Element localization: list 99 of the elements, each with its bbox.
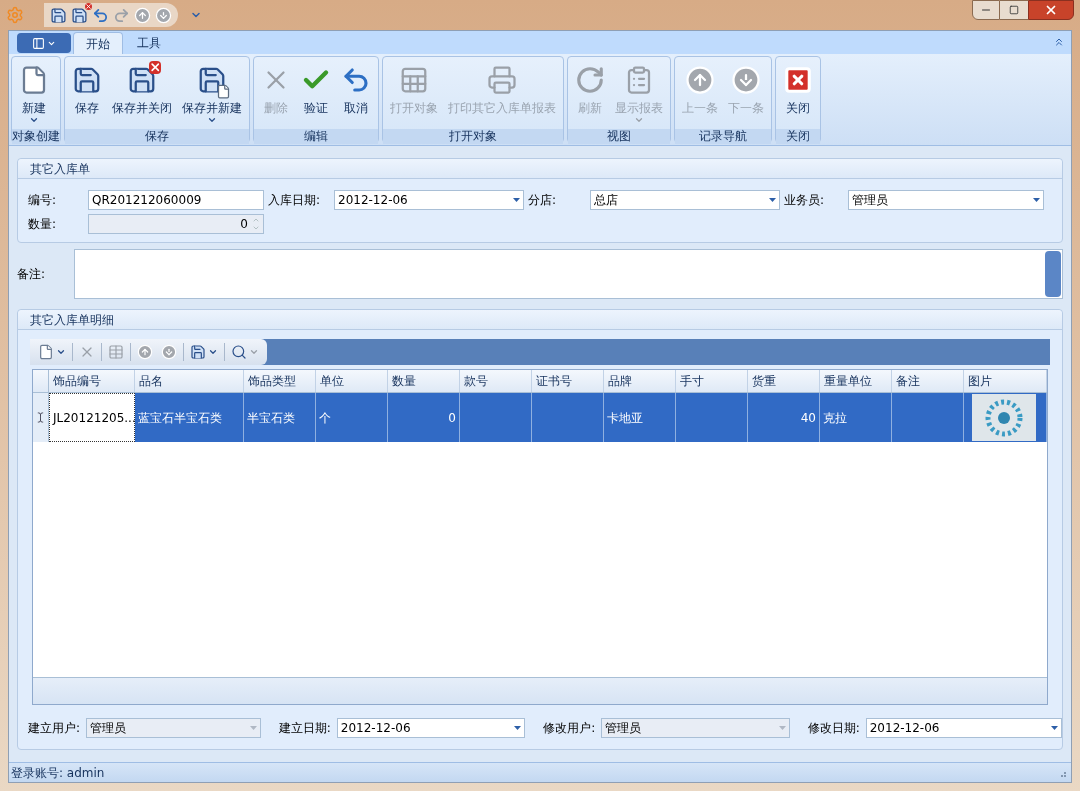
ribbon-group-title: 编辑 bbox=[254, 129, 378, 144]
table-cell: 克拉 bbox=[820, 393, 892, 442]
caret-icon bbox=[29, 115, 39, 125]
down-arrow-circle-icon bbox=[161, 344, 177, 360]
table-cell: 0 bbox=[388, 393, 460, 442]
grid-icon bbox=[108, 344, 124, 360]
field-label: 建立日期: bbox=[278, 720, 331, 737]
field-label: 修改用户: bbox=[543, 720, 596, 737]
field-label: 分店: bbox=[528, 192, 558, 209]
photo-placeholder bbox=[972, 394, 1036, 441]
dropdown-arrow-icon bbox=[249, 726, 257, 730]
quick-access-button[interactable] bbox=[50, 6, 67, 24]
group-title: 其它入库单 bbox=[30, 160, 90, 178]
table-cell: 个 bbox=[316, 393, 388, 442]
ribbon-group-title: 保存 bbox=[65, 129, 249, 144]
column-header[interactable]: 品牌 bbox=[604, 370, 676, 392]
remarks-field[interactable] bbox=[74, 249, 1063, 299]
column-header[interactable]: 数量 bbox=[388, 370, 460, 392]
up-arrow-circle-icon bbox=[685, 65, 715, 95]
dropdown-arrow-icon bbox=[769, 198, 776, 202]
up-arrow-circle-icon bbox=[134, 6, 151, 24]
table-cell: 卡地亚 bbox=[604, 393, 676, 442]
dropdown-arrow-icon bbox=[1033, 198, 1040, 202]
ribbon-group-title: 关闭 bbox=[776, 129, 820, 144]
table-cell: 蓝宝石半宝石类 bbox=[135, 393, 244, 442]
ribbon-button[interactable]: 取消 bbox=[336, 57, 376, 129]
column-header[interactable]: 饰品编号 bbox=[49, 370, 135, 392]
search-icon bbox=[231, 344, 247, 360]
ribbon-group-title: 打开对象 bbox=[383, 129, 563, 144]
dropdown-arrow-icon bbox=[513, 198, 520, 202]
column-header[interactable]: 饰品类型 bbox=[244, 370, 316, 392]
caret-icon bbox=[56, 347, 66, 357]
ribbon-tab[interactable]: 工具 bbox=[125, 32, 173, 54]
column-header[interactable]: 品名 bbox=[135, 370, 244, 392]
ribbon-button[interactable]: 保存并关闭 bbox=[107, 57, 177, 129]
ribbon-button[interactable]: 保存并新建 bbox=[177, 57, 247, 129]
dropdown-arrow-icon bbox=[514, 726, 522, 730]
down-arrow-circle-icon bbox=[731, 65, 761, 95]
ribbon-group-title: 记录导航 bbox=[675, 129, 771, 144]
column-header[interactable]: 备注 bbox=[892, 370, 964, 392]
redo-arrow-icon bbox=[113, 6, 130, 24]
column-header[interactable]: 图片 bbox=[964, 370, 1047, 392]
caret-icon bbox=[208, 347, 218, 357]
status-text: 登录账号: admin bbox=[11, 764, 105, 782]
collapse-ribbon-icon[interactable] bbox=[1053, 36, 1065, 48]
table-row[interactable]: JL20121205... 蓝宝石半宝石类 半宝石类 个 0 卡地亚 40 克拉 bbox=[33, 393, 1047, 442]
down-arrow-circle-icon bbox=[155, 6, 172, 24]
table-cell: 40 bbox=[748, 393, 820, 442]
ribbon-tab[interactable]: 开始 bbox=[73, 32, 123, 54]
undo-arrow-icon bbox=[92, 6, 109, 24]
ribbon-button[interactable]: 保存 bbox=[67, 57, 107, 129]
up-arrow-circle-icon bbox=[137, 344, 153, 360]
printer-icon bbox=[487, 65, 517, 95]
text-field[interactable]: QR201212060009 bbox=[88, 190, 264, 210]
column-header[interactable]: 重量单位 bbox=[820, 370, 892, 392]
dropdown-field[interactable]: 总店 bbox=[590, 190, 780, 210]
table-icon bbox=[399, 65, 429, 95]
caret-icon bbox=[249, 347, 259, 357]
maximize-button[interactable] bbox=[1000, 0, 1028, 20]
column-header[interactable]: 货重 bbox=[748, 370, 820, 392]
field-label: 数量: bbox=[28, 216, 58, 233]
app-menu-button[interactable] bbox=[17, 33, 71, 53]
minimize-button[interactable] bbox=[972, 0, 1000, 20]
table-cell: JL20121205... bbox=[49, 393, 135, 442]
ribbon-button[interactable]: 验证 bbox=[296, 57, 336, 129]
panel-icon bbox=[32, 36, 45, 50]
group-title: 其它入库单明细 bbox=[30, 311, 114, 329]
ribbon-group-title: 视图 bbox=[568, 129, 670, 144]
column-header[interactable]: 证书号 bbox=[532, 370, 604, 392]
ribbon-button[interactable]: 关闭 bbox=[778, 57, 818, 129]
close-icon bbox=[783, 65, 813, 95]
text-cursor-icon bbox=[35, 412, 46, 423]
dropdown-field[interactable]: 2012-12-06 bbox=[336, 718, 526, 738]
page-icon bbox=[38, 344, 54, 360]
refresh-icon bbox=[575, 65, 605, 95]
dropdown-field[interactable]: 管理员 bbox=[848, 190, 1044, 210]
close-icon bbox=[1044, 3, 1058, 17]
ribbon-button[interactable]: 新建 bbox=[14, 57, 54, 129]
field-label: 编号: bbox=[28, 192, 58, 209]
field-label: 入库日期: bbox=[268, 192, 322, 209]
column-header[interactable]: 单位 bbox=[316, 370, 388, 392]
dropdown-arrow-icon bbox=[778, 726, 786, 730]
field-label: 建立用户: bbox=[28, 720, 81, 737]
close-button[interactable] bbox=[1028, 0, 1074, 20]
field-label: 备注: bbox=[17, 266, 47, 283]
field-label: 修改日期: bbox=[807, 720, 860, 737]
dropdown-arrow-icon bbox=[1051, 726, 1058, 730]
quick-access-button[interactable] bbox=[92, 6, 109, 24]
dropdown-field[interactable]: 2012-12-06 bbox=[865, 718, 1062, 738]
dropdown-field[interactable]: 2012-12-06 bbox=[334, 190, 524, 210]
column-header[interactable]: 手寸 bbox=[676, 370, 748, 392]
field-label: 业务员: bbox=[784, 192, 826, 209]
maximize-icon bbox=[1009, 5, 1019, 15]
column-header[interactable]: 款号 bbox=[460, 370, 532, 392]
scrollbar[interactable] bbox=[1045, 251, 1061, 297]
caret-icon bbox=[207, 115, 217, 125]
ribbon-group-title: 对象创建 bbox=[12, 129, 60, 144]
table-cell: 半宝石类 bbox=[244, 393, 316, 442]
caret-icon bbox=[634, 115, 644, 125]
